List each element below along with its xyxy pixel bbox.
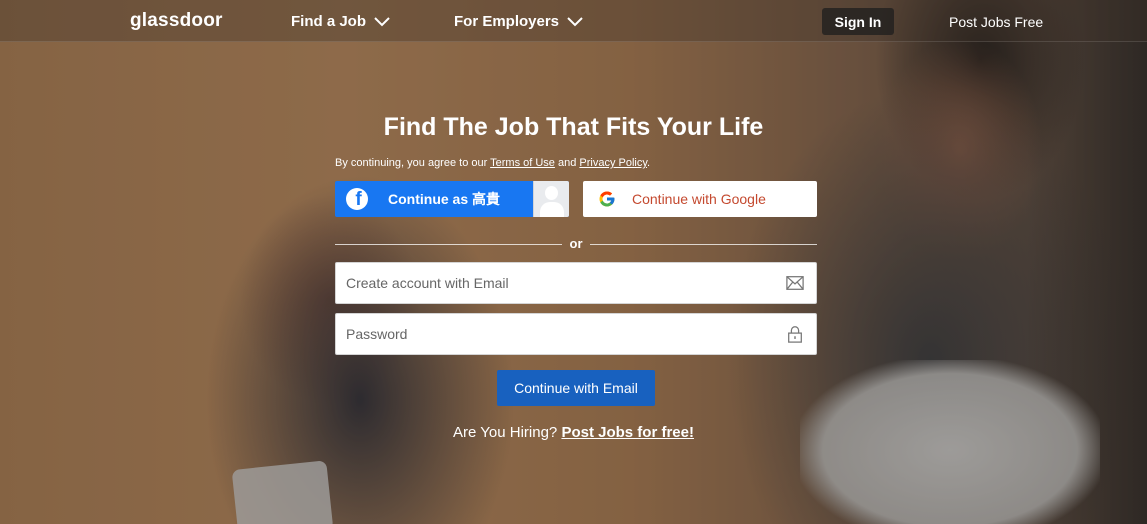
chevron-down-icon xyxy=(374,16,390,26)
google-icon xyxy=(599,191,615,207)
page-headline: Find The Job That Fits Your Life xyxy=(383,113,764,141)
for-employers-menu[interactable]: For Employers xyxy=(454,13,583,30)
privacy-policy-link[interactable]: Privacy Policy xyxy=(579,157,647,169)
find-a-job-menu[interactable]: Find a Job xyxy=(291,13,390,30)
terms-notice: By continuing, you agree to our Terms of… xyxy=(335,157,650,169)
continue-with-google-button[interactable]: Continue with Google xyxy=(583,181,817,217)
terms-suffix: . xyxy=(647,157,651,169)
chevron-down-icon xyxy=(567,16,583,26)
terms-prefix: By continuing, you agree to our xyxy=(335,157,491,169)
divider-line-right xyxy=(590,244,817,245)
hiring-question: Are You Hiring? xyxy=(453,424,562,441)
terms-of-use-link[interactable]: Terms of Use xyxy=(490,157,555,169)
hiring-prompt: Are You Hiring? Post Jobs for free! xyxy=(0,424,1147,441)
sign-in-button[interactable]: Sign In xyxy=(822,8,894,35)
top-nav: glassdoor Find a Job For Employers Sign … xyxy=(0,0,1147,42)
email-field[interactable] xyxy=(336,263,776,303)
facebook-avatar xyxy=(533,181,569,217)
post-jobs-for-free-link[interactable]: Post Jobs for free! xyxy=(561,424,694,441)
for-employers-label: For Employers xyxy=(454,13,560,30)
lock-icon xyxy=(788,326,802,343)
facebook-icon: f xyxy=(346,188,368,210)
password-field-container xyxy=(335,313,817,355)
google-button-label: Continue with Google xyxy=(632,191,766,207)
post-jobs-free-link[interactable]: Post Jobs Free xyxy=(949,14,1043,30)
find-a-job-label: Find a Job xyxy=(291,13,366,30)
or-divider: or xyxy=(335,236,817,252)
glassdoor-logo[interactable]: glassdoor xyxy=(130,10,223,32)
continue-with-email-button[interactable]: Continue with Email xyxy=(497,370,655,406)
email-field-container xyxy=(335,262,817,304)
facebook-button-label: Continue as 高貴 xyxy=(388,191,501,207)
terms-and: and xyxy=(554,157,580,169)
continue-with-facebook-button[interactable]: f Continue as 高貴 xyxy=(335,181,569,217)
password-field[interactable] xyxy=(336,314,776,354)
envelope-icon xyxy=(786,276,804,290)
